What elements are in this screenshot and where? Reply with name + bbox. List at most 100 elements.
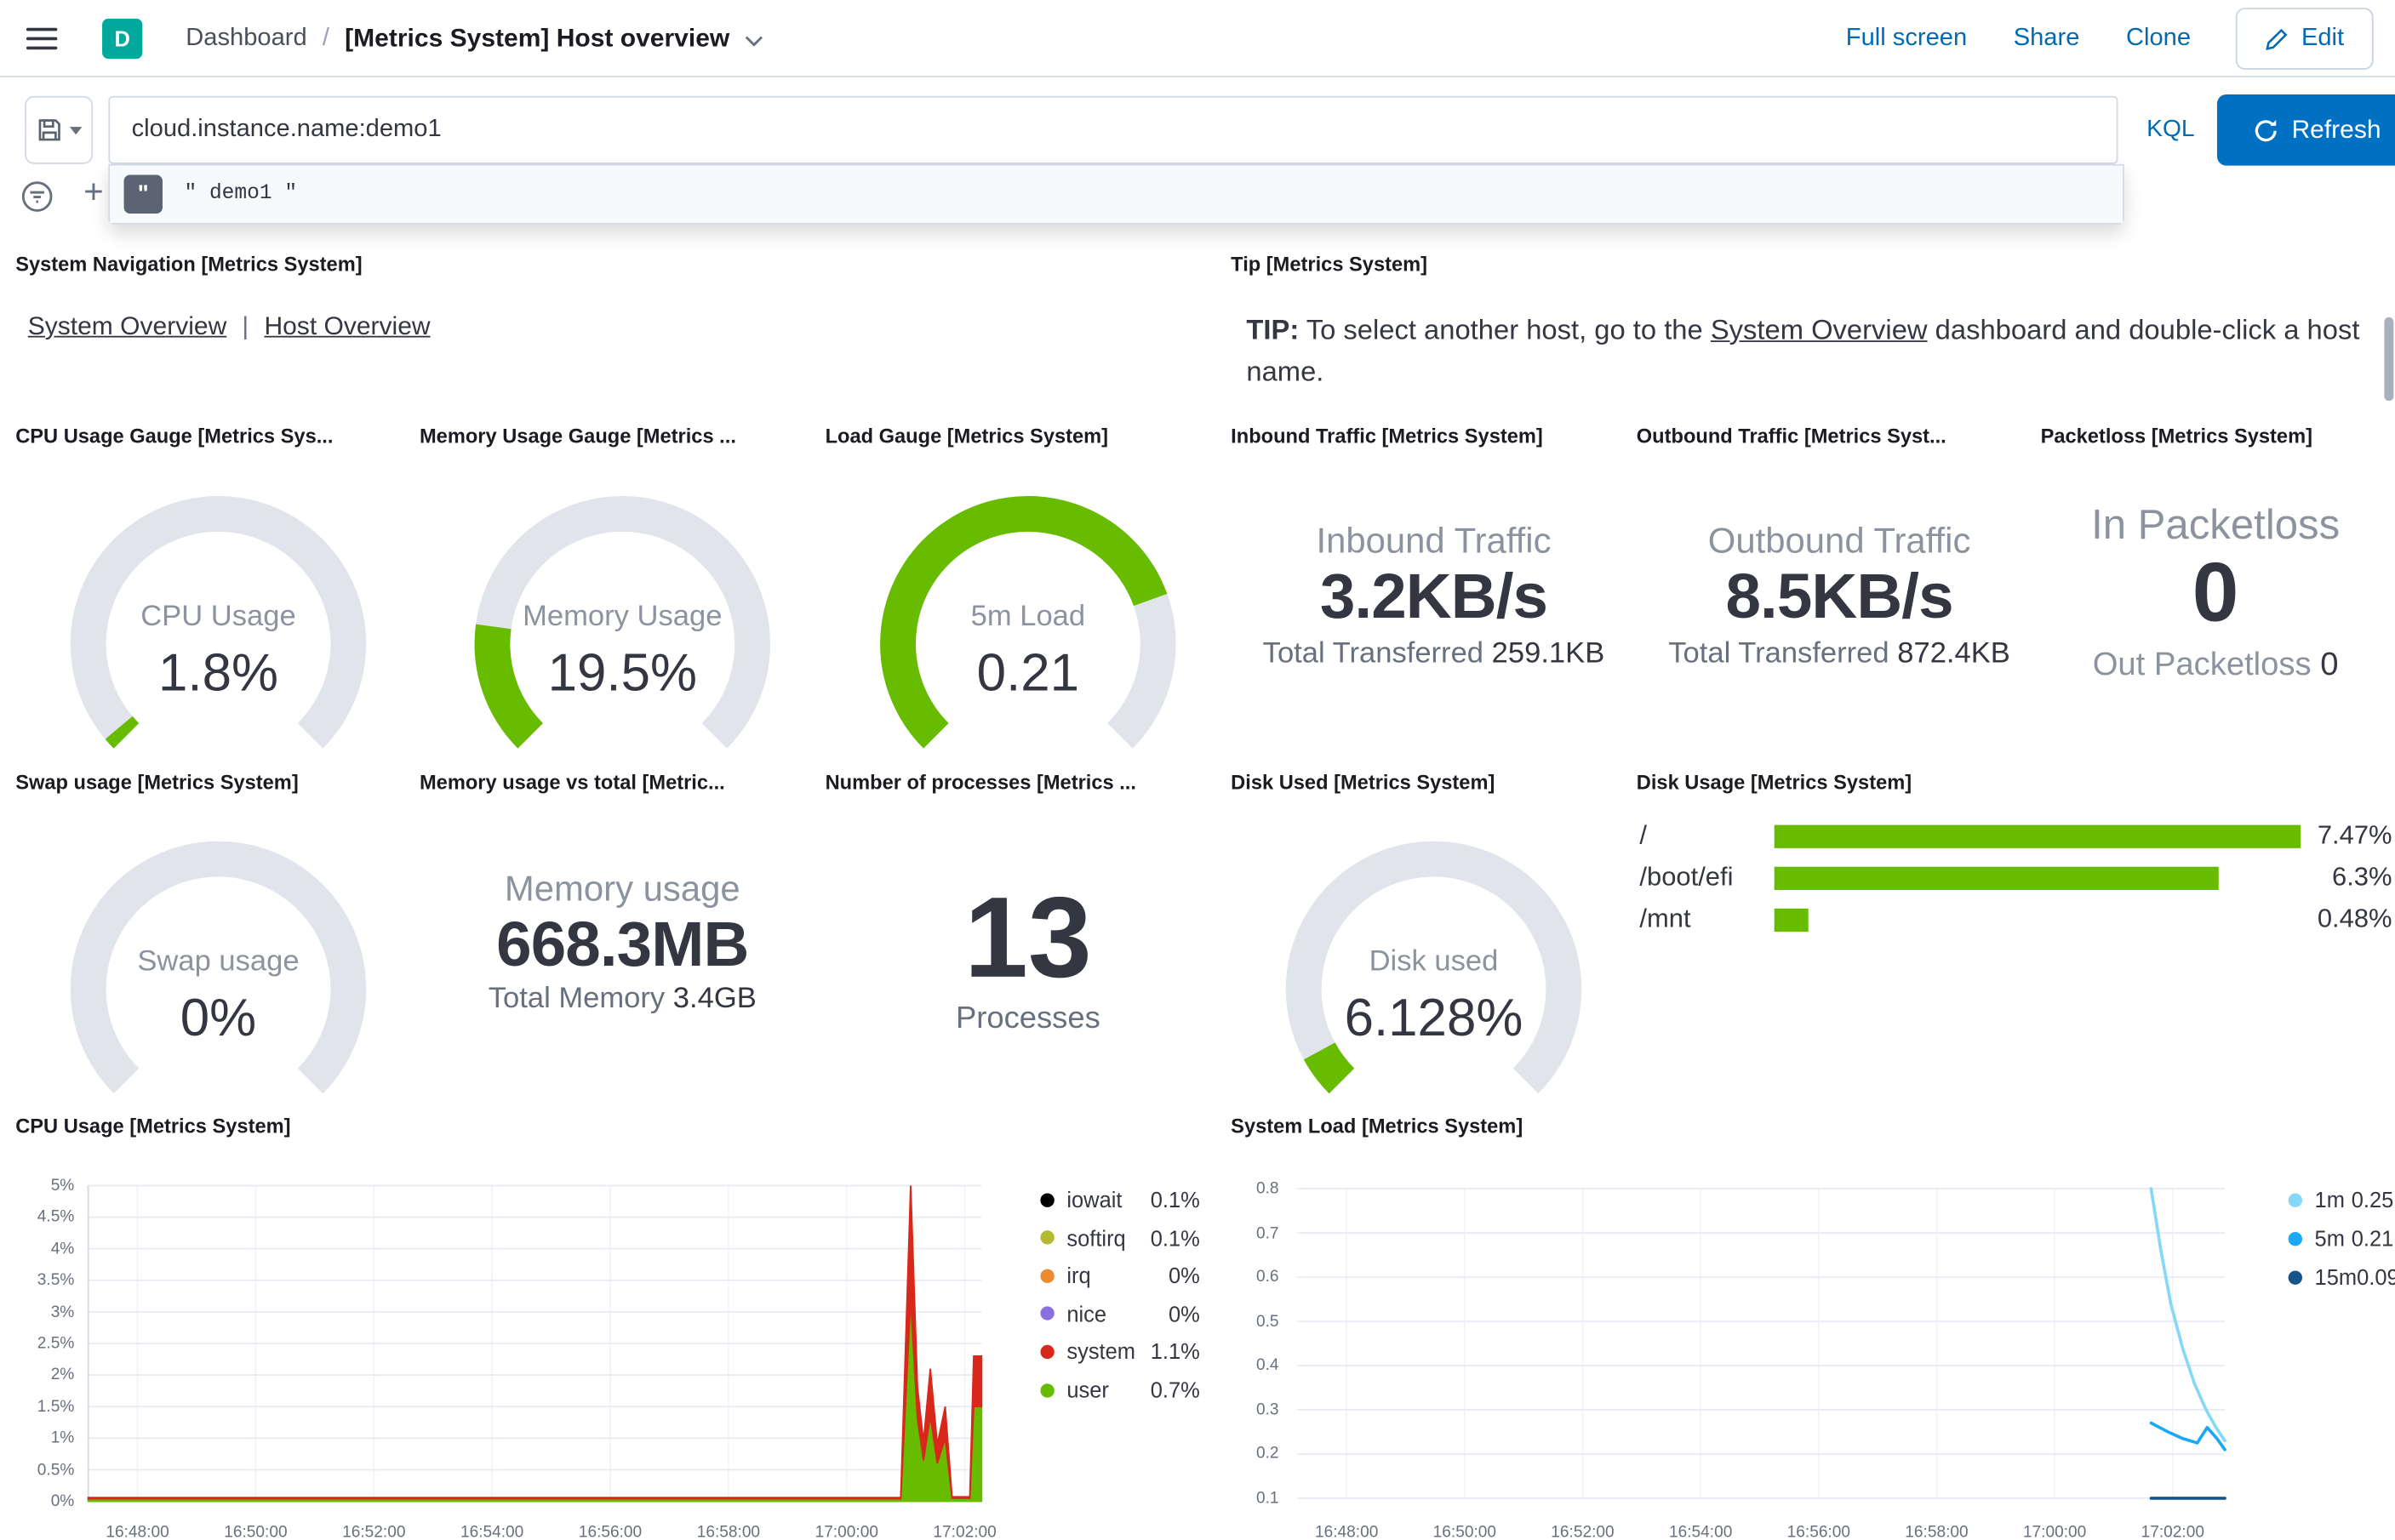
disk-mount-label: / [1639,820,1648,850]
autocomplete-popover: " demo1 " [108,163,2124,225]
metric-value: 0 [2192,546,2239,640]
panel-title-system-navigation[interactable]: System Navigation [Metrics System] [15,253,410,276]
full-screen-button[interactable]: Full screen [1846,25,1967,53]
tip-text: TIP: To select another host, go to the S… [1246,310,2395,393]
legend-item-1m[interactable]: 1m 0.25 [2288,1184,2394,1215]
panel-title-disk-used[interactable]: Disk Used [Metrics System] [1231,771,1620,794]
panel-title-cpu-usage-chart[interactable]: CPU Usage [Metrics System] [15,1115,480,1138]
legend-value: 1.1% [1150,1339,1200,1365]
panel-title-outbound[interactable]: Outbound Traffic [Metrics Syst... [1637,424,2026,447]
metric-subtext: Total Transferred 872.4KB [1637,637,2043,671]
page-title: [Metrics System] Host overview [345,24,730,52]
gauge-value: 1.8% [158,643,278,703]
load-gauge: 5m Load 0.21 [826,483,1232,770]
metric-sub-label: Total Memory [488,983,666,1016]
metric-label: Inbound Traffic [1316,520,1552,561]
legend-value: 0% [1168,1263,1200,1288]
gauge-label: 5m Load [970,600,1086,634]
tip-label: TIP: [1246,314,1300,345]
swap-usage-gauge: Swap usage 0% [15,828,421,1115]
panel-title-system-load-chart[interactable]: System Load [Metrics System] [1231,1115,1695,1138]
legend-dot [1040,1192,1055,1206]
metric-sub-label: Total Transferred [1262,637,1484,670]
metric-label: Outbound Traffic [1707,520,1971,561]
legend-label: 15m [2314,1264,2358,1290]
disk-mount-label: /mnt [1639,904,1691,933]
filter-icon[interactable] [19,178,56,215]
add-filter-button[interactable]: + [83,172,103,212]
panel-title-memory-gauge[interactable]: Memory Usage Gauge [Metrics ... [420,424,809,447]
edit-button[interactable]: Edit [2236,8,2374,70]
gauge-value: 0% [180,989,257,1048]
panel-title-disk-usage[interactable]: Disk Usage [Metrics System] [1637,771,2101,794]
query-input[interactable] [110,97,2117,163]
panel-title-cpu-gauge[interactable]: CPU Usage Gauge [Metrics Sys... [15,424,405,447]
tip-link-system-overview[interactable]: System Overview [1711,314,1928,345]
suggestion-text: " demo1 " [184,182,298,206]
legend-item-5m[interactable]: 5m 0.21 [2288,1223,2393,1253]
scrollbar-thumb[interactable] [2384,317,2394,402]
legend-value: 0.09 [2357,1264,2395,1290]
clone-button[interactable]: Clone [2126,25,2191,53]
share-button[interactable]: Share [2014,25,2080,53]
legend-dot [1040,1306,1055,1321]
disk-mount-label: /boot/efi [1639,862,1734,892]
suggestion-item[interactable]: " demo1 " [110,165,2123,223]
legend-dot [1040,1230,1055,1245]
legend-label: system [1066,1339,1136,1365]
metric-value: 668.3MB [496,908,749,980]
panel-title-packetloss[interactable]: Packetloss [Metrics System] [2041,424,2391,447]
metric-subtext: Total Transferred 259.1KB [1231,637,1637,671]
metric-sub-label: Total Transferred [1668,637,1889,670]
header-actions: Full screen Share Clone [1846,0,2191,77]
gauge-value: 6.128% [1344,989,1523,1048]
panel-title-tip[interactable]: Tip [Metrics System] [1231,253,1626,276]
metric-sub-value: 3.4GB [672,983,757,1016]
chevron-down-icon[interactable] [745,36,763,47]
gauge-label: Swap usage [137,945,300,978]
panel-title-inbound[interactable]: Inbound Traffic [Metrics System] [1231,424,1620,447]
value-token-icon [123,174,163,214]
legend-item-iowait[interactable]: iowait 0.1% [1040,1184,1200,1215]
kql-button[interactable]: KQL [2135,96,2207,164]
legend-item-system[interactable]: system 1.1% [1040,1337,1200,1367]
kibana-dashboard: D Dashboard / [Metrics System] Host over… [0,0,2395,1540]
legend-label: 5m [2314,1225,2345,1251]
legend-item-irq[interactable]: irq 0% [1040,1260,1200,1291]
metric-label: In Packetloss [2091,501,2341,548]
metric-subtext: Out Packetloss 0 [2041,647,2391,684]
panel-title-load-gauge[interactable]: Load Gauge [Metrics System] [826,424,1215,447]
metric-value: 8.5KB/s [1725,560,1953,632]
disk-value: 7.47% [2317,820,2392,850]
outbound-traffic-metric: Outbound Traffic 8.5KB/s Total Transferr… [1637,483,2043,761]
caret-down-icon [69,126,83,134]
legend-dot [2288,1269,2303,1284]
memory-usage-metric: Memory usage 668.3MB Total Memory 3.4GB [420,828,826,1106]
refresh-button[interactable]: Refresh [2216,94,2395,166]
legend-value: 0.1% [1150,1187,1200,1212]
disk-row: /boot/efi 6.3% [1637,862,2395,896]
legend-value: 0% [1168,1301,1200,1326]
panel-title-memory-usage[interactable]: Memory usage vs total [Metric... [420,771,809,794]
space-avatar[interactable]: D [102,18,143,60]
menu-icon[interactable] [25,21,59,55]
legend-label: irq [1066,1263,1091,1288]
saved-query-menu-button[interactable] [25,95,94,164]
legend-value: 0.25 [2351,1187,2394,1212]
panel-title-swap[interactable]: Swap usage [Metrics System] [15,771,405,794]
breadcrumb: Dashboard / [Metrics System] Host overvi… [186,0,763,77]
breadcrumb-dashboard[interactable]: Dashboard [186,25,306,53]
legend-item-user[interactable]: user 0.7% [1040,1374,1200,1405]
metric-subtext: Total Memory 3.4GB [420,983,826,1017]
legend-item-15m[interactable]: 15m 0.09 [2288,1262,2395,1292]
legend-dot [1040,1344,1055,1359]
legend-item-softirq[interactable]: softirq 0.1% [1040,1222,1200,1252]
pencil-icon [2266,27,2289,50]
panel-title-processes[interactable]: Number of processes [Metrics ... [826,771,1215,794]
legend-item-nice[interactable]: nice 0% [1040,1298,1200,1329]
header: D Dashboard / [Metrics System] Host over… [0,0,2395,77]
link-host-overview[interactable]: Host Overview [264,312,430,340]
legend-value: 0.1% [1150,1224,1200,1251]
link-system-overview[interactable]: System Overview [28,312,226,340]
legend-dot [2288,1192,2303,1206]
